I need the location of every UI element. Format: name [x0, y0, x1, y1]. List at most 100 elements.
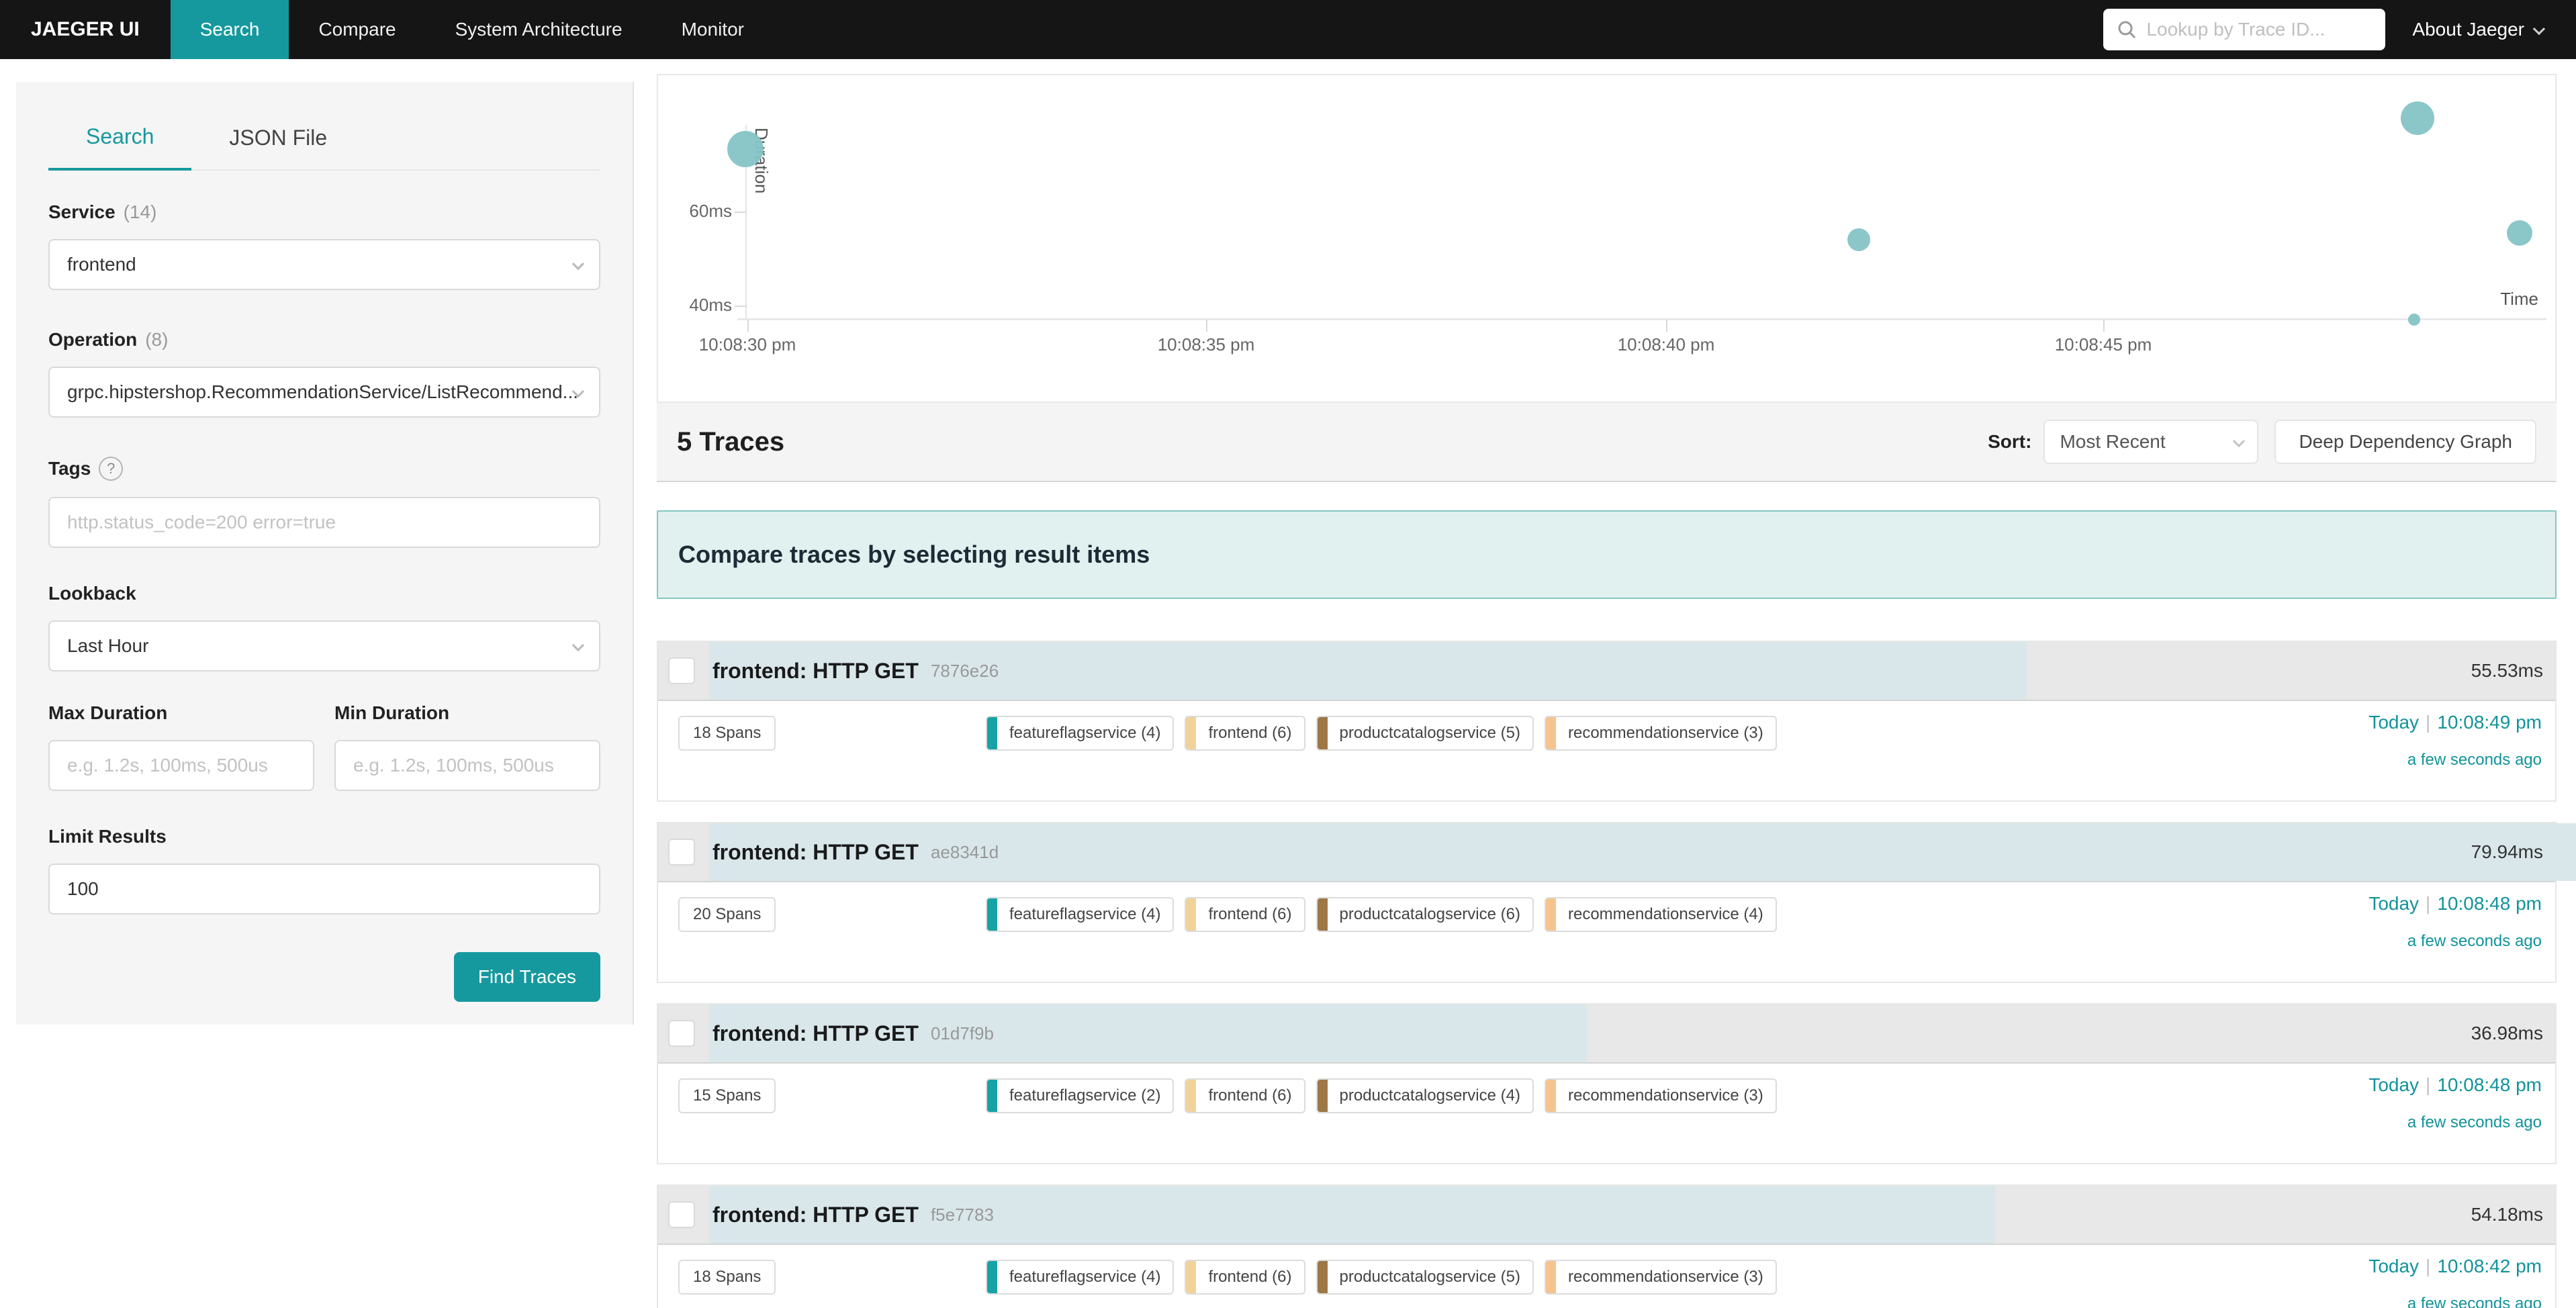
- service-tag[interactable]: recommendationservice (3): [1545, 1078, 1777, 1113]
- trace-header-link[interactable]: frontend: HTTP GET f5e7783 54.18ms: [658, 1186, 2555, 1245]
- y-tick-label: 40ms: [658, 295, 732, 316]
- scatter-point[interactable]: [727, 131, 764, 167]
- service-color-strip: [1186, 1261, 1196, 1293]
- operation-count: (8): [145, 329, 168, 351]
- trace-day: Today: [2368, 1074, 2419, 1095]
- service-tag[interactable]: frontend (6): [1185, 897, 1305, 932]
- trace-select-checkbox[interactable]: [668, 839, 695, 866]
- service-tag[interactable]: recommendationservice (3): [1545, 716, 1777, 751]
- compare-banner-text: Compare traces by selecting result items: [678, 541, 1150, 569]
- scatter-point[interactable]: [1847, 228, 1870, 251]
- service-color-strip: [1546, 1261, 1556, 1293]
- trace-select-checkbox[interactable]: [668, 1201, 695, 1228]
- trace-title: frontend: HTTP GET: [712, 1021, 919, 1046]
- service-color-strip: [987, 1080, 997, 1112]
- trace-relative-time: a few seconds ago: [2368, 751, 2542, 769]
- service-color-strip: [987, 717, 997, 749]
- service-count: (14): [124, 201, 157, 223]
- datetime-separator: |: [2419, 1256, 2437, 1276]
- duration-row: Max Duration Min Duration: [48, 702, 600, 791]
- service-color-strip: [1318, 898, 1328, 931]
- trace-header-link[interactable]: frontend: HTTP GET ae8341d 79.94ms: [658, 823, 2555, 882]
- operation-select[interactable]: grpc.hipstershop.RecommendationService/L…: [48, 367, 600, 418]
- service-tag[interactable]: featureflagservice (2): [986, 1078, 1174, 1113]
- search-sidebar: Search JSON File Service (14) frontend O…: [16, 82, 634, 1025]
- find-traces-button[interactable]: Find Traces: [454, 952, 600, 1002]
- service-tag[interactable]: recommendationservice (3): [1545, 1260, 1777, 1295]
- max-duration-box[interactable]: [48, 740, 314, 791]
- trace-lookup-input[interactable]: [2146, 19, 2372, 40]
- service-value: frontend: [67, 254, 582, 275]
- trace-lookup-box[interactable]: [2103, 9, 2385, 50]
- service-color-strip: [987, 898, 997, 931]
- trace-select-checkbox[interactable]: [668, 1020, 695, 1047]
- compare-banner: Compare traces by selecting result items: [657, 510, 2557, 599]
- service-tag[interactable]: featureflagservice (4): [986, 897, 1174, 932]
- min-duration-label: Min Duration: [334, 702, 449, 724]
- help-icon[interactable]: ?: [99, 457, 123, 481]
- lookback-select[interactable]: Last Hour: [48, 620, 600, 671]
- nav-item-search[interactable]: Search: [171, 0, 289, 59]
- max-duration-input[interactable]: [67, 755, 295, 776]
- trace-select-checkbox[interactable]: [668, 657, 695, 684]
- operation-label: Operation: [48, 329, 137, 351]
- min-duration-box[interactable]: [334, 740, 600, 791]
- service-tag[interactable]: frontend (6): [1185, 1260, 1305, 1295]
- limit-results-box[interactable]: [48, 863, 600, 915]
- service-tag[interactable]: recommendationservice (4): [1545, 897, 1777, 932]
- tab-json-file[interactable]: JSON File: [191, 126, 365, 169]
- span-count-chip[interactable]: 20 Spans: [678, 897, 776, 932]
- service-tag[interactable]: featureflagservice (4): [986, 1260, 1174, 1295]
- span-count-chip[interactable]: 18 Spans: [678, 716, 776, 751]
- datetime-separator: |: [2419, 893, 2437, 914]
- datetime-separator: |: [2419, 1074, 2437, 1095]
- span-count-chip[interactable]: 18 Spans: [678, 1260, 776, 1295]
- tags-input-box[interactable]: [48, 497, 600, 548]
- tab-search[interactable]: Search: [48, 124, 191, 171]
- service-tag[interactable]: frontend (6): [1185, 716, 1305, 751]
- service-label: Service: [48, 201, 116, 223]
- trace-header-link[interactable]: frontend: HTTP GET 01d7f9b 36.98ms: [658, 1005, 2555, 1064]
- service-tag[interactable]: productcatalogservice (5): [1316, 1260, 1534, 1295]
- service-tag[interactable]: productcatalogservice (4): [1316, 1078, 1534, 1113]
- about-jaeger-menu[interactable]: About Jaeger: [2412, 19, 2542, 40]
- span-count-chip[interactable]: 15 Spans: [678, 1078, 776, 1113]
- min-duration-input[interactable]: [353, 755, 582, 776]
- trace-relative-time: a few seconds ago: [2368, 1113, 2542, 1132]
- trace-time: 10:08:48 pm: [2437, 1074, 2542, 1095]
- nav-item-monitor[interactable]: Monitor: [652, 0, 774, 59]
- x-tick-label: 10:08:45 pm: [2003, 334, 2204, 355]
- sort-select[interactable]: Most Recent: [2043, 420, 2258, 464]
- x-tick: [1206, 320, 1207, 332]
- limit-results-input[interactable]: [67, 878, 582, 900]
- trace-day: Today: [2368, 712, 2419, 733]
- service-select[interactable]: frontend: [48, 239, 600, 290]
- scatter-point[interactable]: [2507, 220, 2532, 246]
- tags-label: Tags: [48, 458, 91, 479]
- service-tag[interactable]: productcatalogservice (6): [1316, 897, 1534, 932]
- x-tick: [2103, 320, 2105, 332]
- x-axis-title: Time: [2431, 289, 2538, 310]
- trace-duration: 79.94ms: [2471, 841, 2543, 863]
- service-color-strip: [1186, 1080, 1196, 1112]
- service-color-strip: [1318, 1080, 1328, 1112]
- datetime-separator: |: [2419, 712, 2437, 733]
- trace-header-link[interactable]: frontend: HTTP GET 7876e26 55.53ms: [658, 642, 2555, 701]
- lookback-label: Lookback: [48, 583, 136, 604]
- y-tick: [735, 306, 747, 307]
- tags-input[interactable]: [67, 512, 582, 533]
- service-tag[interactable]: frontend (6): [1185, 1078, 1305, 1113]
- scatter-point[interactable]: [2401, 101, 2434, 135]
- trace-card: frontend: HTTP GET ae8341d 79.94ms 20 Sp…: [657, 822, 2557, 983]
- nav-item-compare[interactable]: Compare: [289, 0, 425, 59]
- tags-group: Tags ?: [48, 457, 600, 548]
- scatter-point[interactable]: [2408, 314, 2420, 326]
- max-duration-label: Max Duration: [48, 702, 167, 724]
- trace-title: frontend: HTTP GET: [712, 840, 919, 865]
- service-tag[interactable]: featureflagservice (4): [986, 716, 1174, 751]
- nav-item-system-architecture[interactable]: System Architecture: [426, 0, 652, 59]
- deep-dependency-graph-button[interactable]: Deep Dependency Graph: [2274, 420, 2536, 464]
- service-color-strip: [1318, 717, 1328, 749]
- service-tag[interactable]: productcatalogservice (5): [1316, 716, 1534, 751]
- chevron-down-icon: [2233, 434, 2245, 447]
